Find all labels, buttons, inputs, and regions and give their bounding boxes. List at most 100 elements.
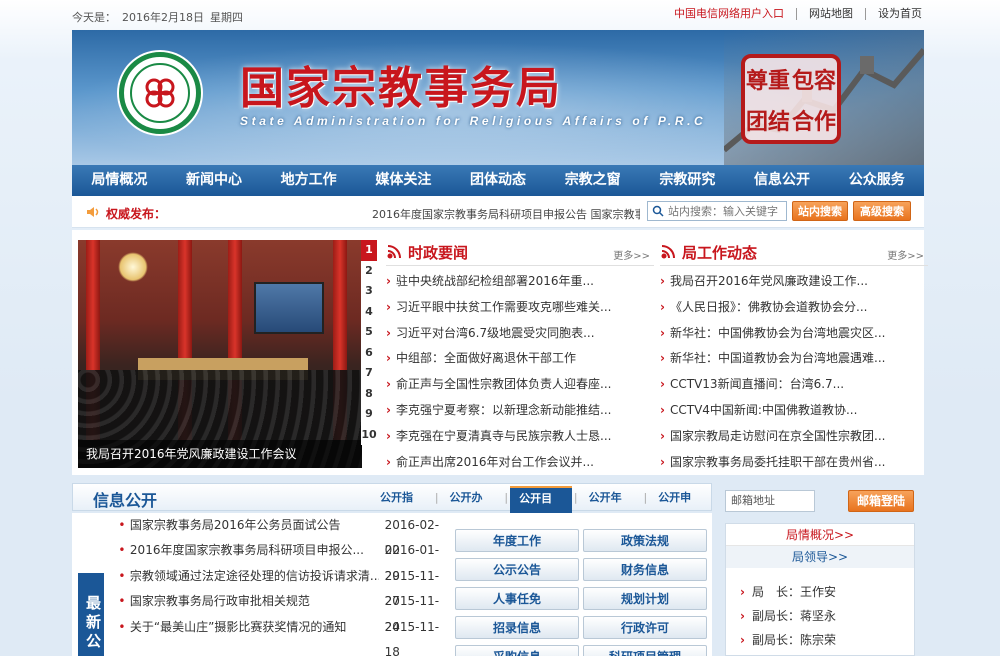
slide-page-10[interactable]: 10 xyxy=(361,424,377,445)
list-item[interactable]: • 2016年度国家宗教事务局科研项目申报公... 2016-01-29 xyxy=(114,538,454,583)
leaders-link[interactable]: 局领导>> xyxy=(726,546,914,568)
item-date: 2016-01-29 xyxy=(384,543,440,583)
category-announcement[interactable]: 公示公告 xyxy=(455,558,579,581)
slide-page-7[interactable]: 7 xyxy=(361,363,377,384)
seal-char: 团结 xyxy=(745,108,790,135)
list-item[interactable]: 副局长：陈宗荣 xyxy=(726,628,914,652)
bullet: • xyxy=(118,594,126,609)
mail-address-input[interactable]: 邮箱地址 xyxy=(725,490,815,512)
mail-login-button[interactable]: 邮箱登陆 xyxy=(848,490,914,512)
nav-item-groups[interactable]: 团体动态 xyxy=(451,165,546,196)
site-banner: 国家宗教事务局 State Administration for Religio… xyxy=(72,30,924,165)
info-disclosure-section: 信息公开 公开指南 | 公开办法 | 公开目录 | 公开年报 | 公开申请 最新… xyxy=(72,483,712,656)
category-licensing[interactable]: 行政许可 xyxy=(583,616,707,639)
bullet: • xyxy=(118,568,126,583)
more-link[interactable]: 更多>> xyxy=(887,247,924,262)
latest-vertical-tab[interactable]: 最新公 xyxy=(78,573,104,656)
category-research-projects[interactable]: 科研项目管理 xyxy=(583,645,707,656)
category-annual-work[interactable]: 年度工作 xyxy=(455,529,579,552)
list-item[interactable]: 驻中央统战部纪检组部署2016年重... xyxy=(386,269,654,295)
notice-ticker[interactable]: 2016年度国家宗教事务局科研项目申报公告 国家宗教事务 xyxy=(372,206,640,222)
slide-page-1[interactable]: 1 xyxy=(361,240,377,261)
nav-item-disclosure[interactable]: 信息公开 xyxy=(735,165,830,196)
list-item[interactable]: 副局长：蒋坚永 xyxy=(726,604,914,628)
overview-link[interactable]: 局情概况>> xyxy=(726,524,914,546)
bureau-work-column: 局工作动态 更多>> 我局召开2016年党风廉政建设工作... 《人民日报》：佛… xyxy=(660,240,928,475)
search-input[interactable] xyxy=(668,203,784,219)
category-recruitment[interactable]: 招录信息 xyxy=(455,616,579,639)
seal-char: 包容 xyxy=(791,67,836,94)
list-item[interactable]: 俞正声与全国性宗教团体负责人迎春座... xyxy=(386,372,654,398)
nav-item-religion-window[interactable]: 宗教之窗 xyxy=(545,165,640,196)
seal-stamp: 尊重 包容 团结 合作 xyxy=(741,54,841,144)
site-logo-emblem[interactable] xyxy=(119,52,201,134)
section-header: 信息公开 公开指南 | 公开办法 | 公开目录 | 公开年报 | 公开申请 xyxy=(72,483,712,537)
bullet: • xyxy=(118,543,126,558)
slide-page-9[interactable]: 9 xyxy=(361,404,377,425)
advanced-search-button[interactable]: 高级搜索 xyxy=(853,201,911,221)
set-homepage-link[interactable]: 设为首页 xyxy=(866,8,922,20)
list-item[interactable]: • 国家宗教事务局行政审批相关规范 2015-11-24 xyxy=(114,589,454,634)
search-box xyxy=(647,201,787,221)
broadcast-icon xyxy=(387,245,401,259)
slide-page-8[interactable]: 8 xyxy=(361,383,377,404)
column-title: 时政要闻 xyxy=(408,244,469,262)
slide-page-2[interactable]: 2 xyxy=(361,260,377,281)
list-item[interactable]: • 宗教领域通过法定途径处理的信访投诉请求清... 2015-11-27 xyxy=(114,564,454,609)
nav-item-media[interactable]: 媒体关注 xyxy=(356,165,451,196)
list-item[interactable]: 习近平对台湾6.7级地震受灾同胞表... xyxy=(386,321,654,347)
slide-page-3[interactable]: 3 xyxy=(361,281,377,302)
nav-item-public-service[interactable]: 公众服务 xyxy=(829,165,924,196)
list-item[interactable]: 中组部：全面做好离退休干部工作 xyxy=(386,346,654,372)
nav-item-overview[interactable]: 局情概况 xyxy=(72,165,167,196)
list-item[interactable]: 国家宗教事务局委托挂职干部在贵州省... xyxy=(660,450,928,476)
category-policy[interactable]: 政策法规 xyxy=(583,529,707,552)
list-item[interactable]: 习近平眼中扶贫工作需要攻克哪些难关... xyxy=(386,295,654,321)
category-grid: 年度工作 政策法规 公示公告 财务信息 人事任免 规划计划 招录信息 行政许可 … xyxy=(455,529,707,656)
list-item[interactable]: • 国家宗教事务局2016年公务员面试公告 2016-02-02 xyxy=(114,513,454,557)
column-header: 局工作动态 更多>> xyxy=(660,240,928,266)
nav-item-research[interactable]: 宗教研究 xyxy=(640,165,735,196)
list-item[interactable]: 国家宗教局走访慰问在京全国性宗教团... xyxy=(660,424,928,450)
item-title[interactable]: 宗教领域通过法定途径处理的信访投诉请求清... xyxy=(130,564,379,589)
category-finance[interactable]: 财务信息 xyxy=(583,558,707,581)
list-item[interactable]: 李克强宁夏考察：以新理念新动能推结... xyxy=(386,398,654,424)
item-date: 2015-11-27 xyxy=(384,568,440,609)
slideshow-caption[interactable]: 我局召开2016年党风廉政建设工作会议 xyxy=(78,440,362,468)
item-title[interactable]: 国家宗教事务局2016年公务员面试公告 xyxy=(130,513,379,538)
list-item[interactable]: 新华社：中国佛教协会为台湾地震灾区... xyxy=(660,321,928,347)
slide-page-5[interactable]: 5 xyxy=(361,322,377,343)
list-item[interactable]: 《人民日报》：佛教协会道教协会分... xyxy=(660,295,928,321)
section-title: 信息公开 xyxy=(93,491,158,510)
category-planning[interactable]: 规划计划 xyxy=(583,587,707,610)
list-item[interactable]: 新华社：中国道教协会为台湾地震遇难... xyxy=(660,346,928,372)
list-item[interactable]: • 关于“最美山庄”摄影比赛获奖情况的通知 2015-11-18 xyxy=(114,615,454,656)
list-item[interactable]: 李克强在宁夏清真寺与民族宗教人士恳... xyxy=(386,424,654,450)
top-links: 中国电信网络用户入口 网站地图 设为首页 xyxy=(662,8,922,20)
sitemap-link[interactable]: 网站地图 xyxy=(797,8,866,20)
news-slideshow[interactable]: 我局召开2016年党风廉政建设工作会议 xyxy=(78,240,362,468)
list-item[interactable]: 俞正声出席2016年对台工作会议并... xyxy=(386,450,654,476)
category-procurement[interactable]: 采购信息 xyxy=(455,645,579,656)
category-personnel[interactable]: 人事任免 xyxy=(455,587,579,610)
list-item[interactable]: CCTV13新闻直播间：台湾6.7... xyxy=(660,372,928,398)
bullet: • xyxy=(118,619,126,634)
nav-item-local-work[interactable]: 地方工作 xyxy=(261,165,356,196)
item-title[interactable]: 国家宗教事务局行政审批相关规范 xyxy=(130,589,379,614)
disclosure-list: • 国家宗教事务局2016年公务员面试公告 2016-02-02 • 2016年度国家… xyxy=(114,513,454,656)
search-icon xyxy=(652,205,664,217)
more-link[interactable]: 更多>> xyxy=(613,247,650,262)
main-nav: 局情概况 新闻中心 地方工作 媒体关注 团体动态 宗教之窗 宗教研究 信息公开 … xyxy=(72,165,924,196)
telecom-entry-link[interactable]: 中国电信网络用户入口 xyxy=(662,8,797,20)
item-title[interactable]: 2016年度国家宗教事务局科研项目申报公... xyxy=(130,538,379,563)
item-date: 2015-11-24 xyxy=(384,594,440,634)
list-item[interactable]: 我局召开2016年党风廉政建设工作... xyxy=(660,269,928,295)
site-search-button[interactable]: 站内搜索 xyxy=(792,201,848,221)
column-header: 时政要闻 更多>> xyxy=(386,240,654,266)
item-title[interactable]: 关于“最美山庄”摄影比赛获奖情况的通知 xyxy=(130,615,379,640)
slide-page-4[interactable]: 4 xyxy=(361,301,377,322)
slide-page-6[interactable]: 6 xyxy=(361,342,377,363)
nav-item-news[interactable]: 新闻中心 xyxy=(167,165,262,196)
list-item[interactable]: CCTV4中国新闻:中国佛教道教协... xyxy=(660,398,928,424)
list-item[interactable]: 局 长：王作安 xyxy=(726,580,914,604)
